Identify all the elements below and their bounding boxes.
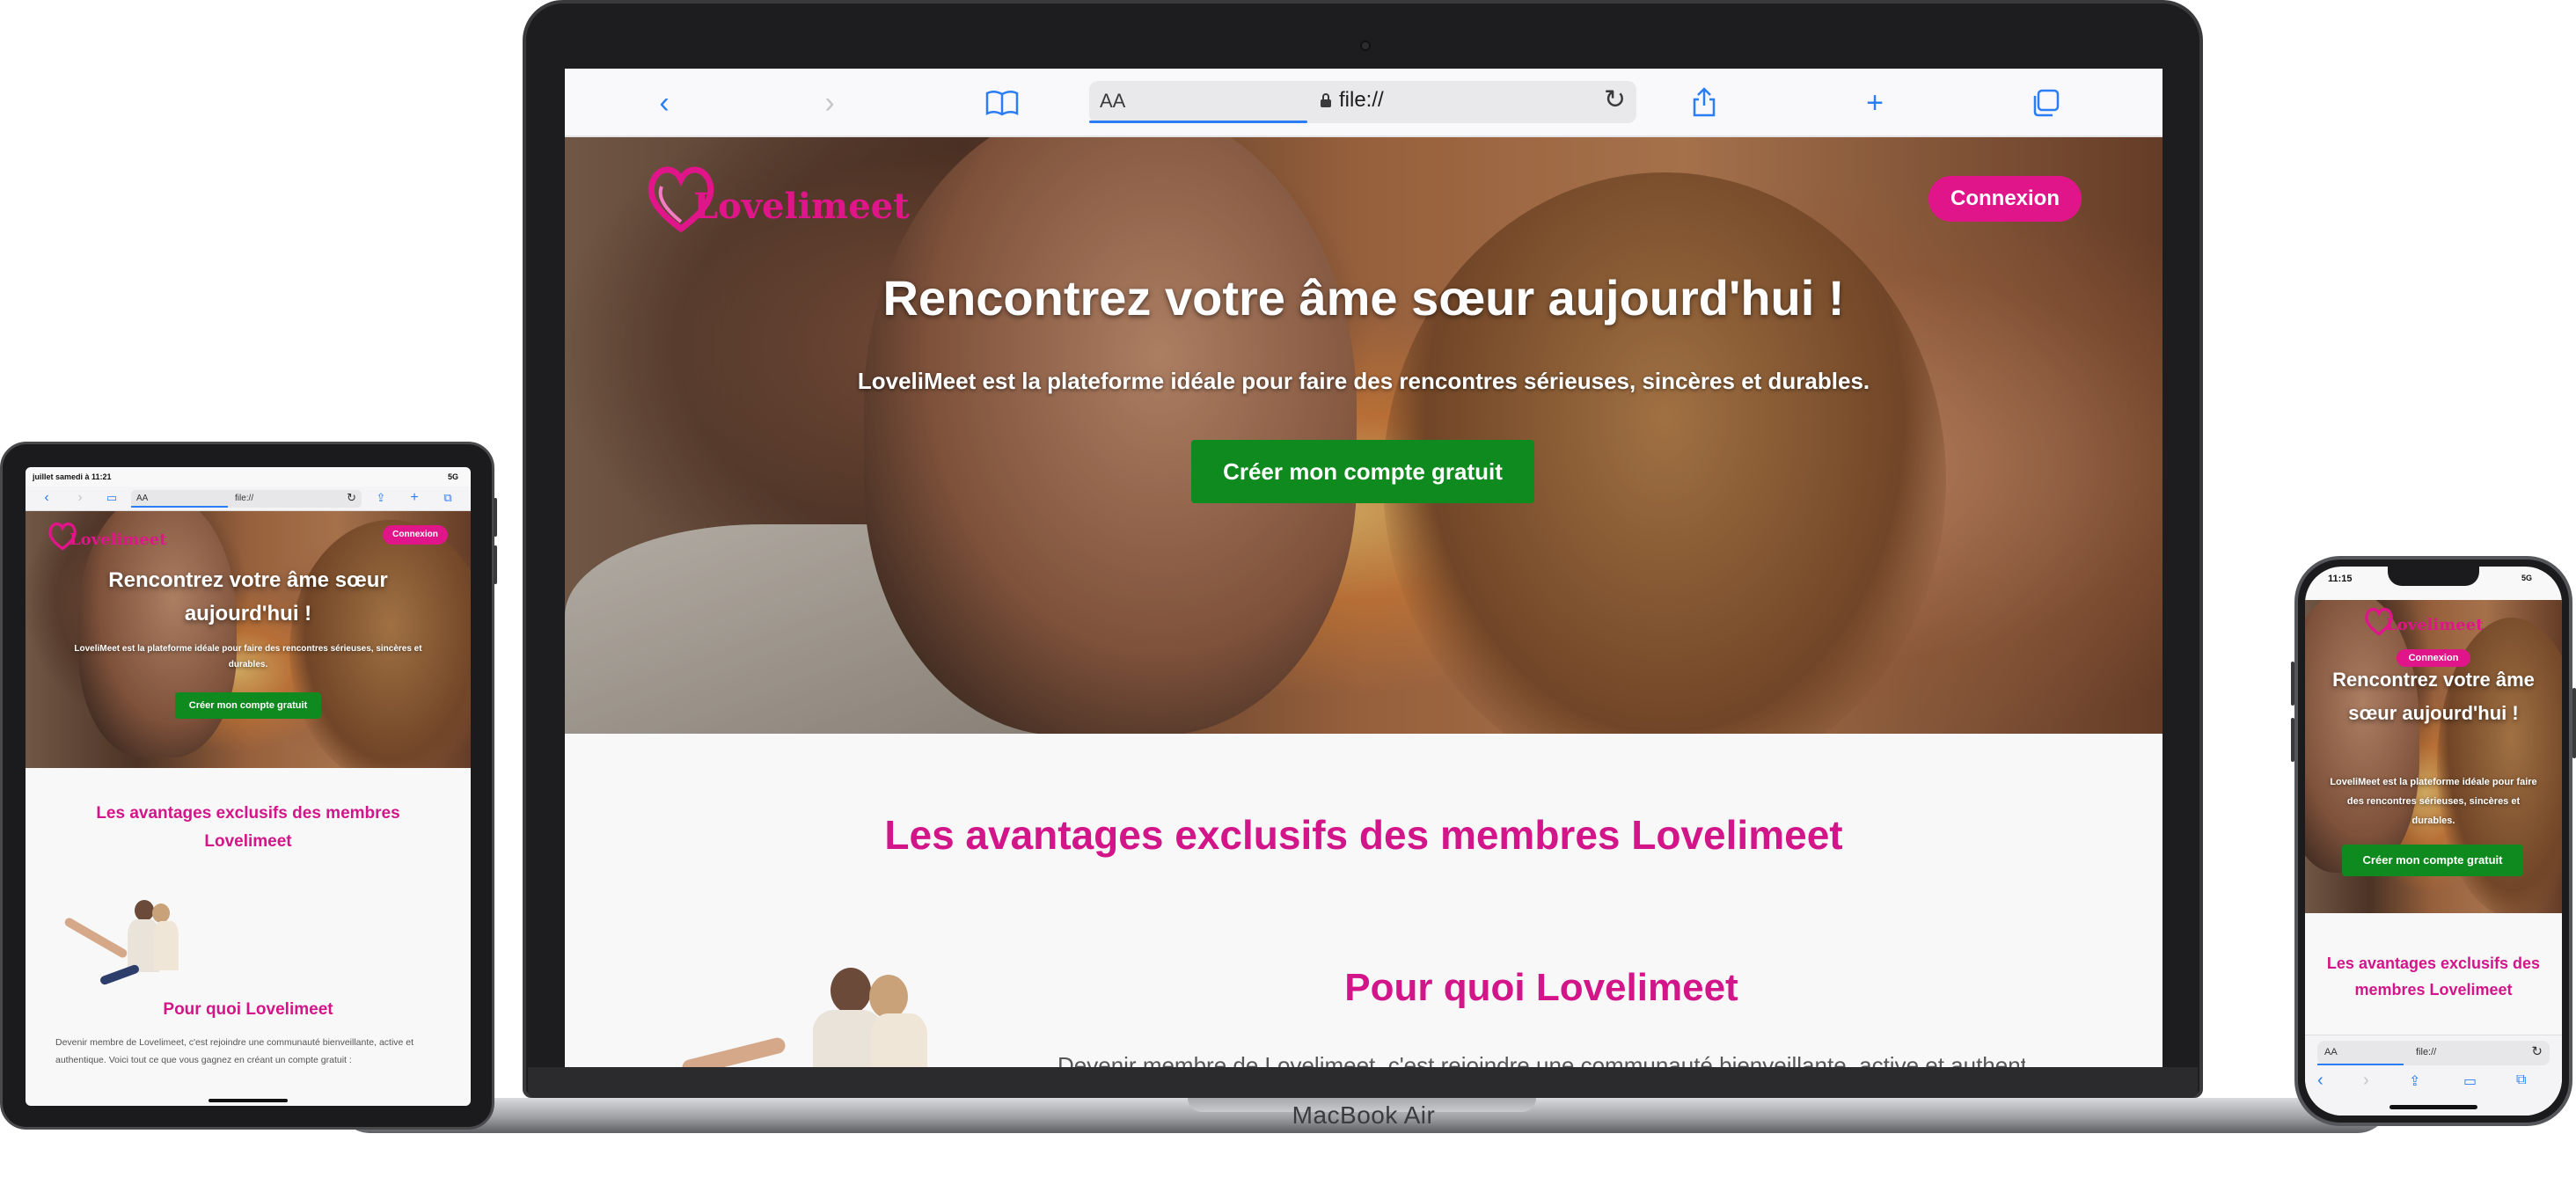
create-account-button[interactable]: Créer mon compte gratuit — [1191, 440, 1534, 503]
tabs-icon[interactable] — [2027, 84, 2064, 121]
login-button[interactable]: Connexion — [383, 525, 448, 545]
advantages-title: Les avantages exclusifs des membres Love… — [884, 812, 1843, 858]
share-icon[interactable]: ⇪ — [372, 488, 390, 508]
book-icon[interactable]: ▭ — [2463, 1072, 2477, 1090]
text-size-button[interactable]: AA — [2324, 1047, 2338, 1057]
phone-side-button — [2291, 662, 2294, 706]
advantages-title: Les avantages exclusifs des membres Love… — [2326, 955, 2541, 998]
hero-banner: Lovelimeet Connexion Rencontrez votre âm… — [26, 511, 471, 768]
load-progress — [131, 506, 228, 508]
laptop-screen: ‹ › AA file:// ↻ + Lovelimeet Connexion … — [565, 69, 2163, 1067]
status-signal: 5G — [2521, 574, 2532, 582]
create-account-button[interactable]: Créer mon compte gratuit — [175, 692, 321, 719]
chevron-left-icon[interactable]: ‹ — [646, 84, 683, 121]
chevron-left-icon[interactable]: ‹ — [38, 488, 55, 508]
hero-title: Rencontrez votre âme sœur aujourd'hui ! — [2332, 669, 2535, 724]
share-icon[interactable] — [1686, 84, 1723, 121]
chevron-right-icon[interactable]: › — [2363, 1071, 2369, 1091]
hero-banner: Lovelimeet Connexion Rencontrez votre âm… — [565, 137, 2163, 734]
load-progress — [1089, 121, 1307, 123]
hero-title: Rencontrez votre âme sœur aujourd'hui ! — [882, 270, 1845, 326]
laptop-model-label: MacBook Air — [1292, 1101, 1436, 1129]
site-logo[interactable]: Lovelimeet — [646, 160, 910, 236]
browser-toolbar: AA file:// ↻ ‹ › ⇪ ▭ ⧉ — [2305, 1035, 2562, 1116]
hero-banner: Lovelimeet Connexion Rencontrez votre âm… — [2305, 600, 2562, 913]
hero-title: Rencontrez votre âme sœur aujourd'hui ! — [108, 568, 388, 625]
status-time: juillet samedi à 11:21 — [33, 472, 112, 481]
url-text: file:// — [235, 494, 254, 503]
device-mockup-stage: MacBook Air ‹ › AA file:// ↻ + Lovelimee… — [0, 0, 2576, 1185]
address-bar[interactable]: AA file:// ↻ — [131, 490, 362, 508]
book-icon[interactable]: ▭ — [103, 488, 121, 508]
text-size-button[interactable]: AA — [136, 494, 148, 503]
address-bar[interactable]: AA file:// ↻ — [2317, 1041, 2550, 1065]
reload-icon[interactable]: ↻ — [2531, 1043, 2543, 1059]
create-account-button[interactable]: Créer mon compte gratuit — [2342, 845, 2523, 876]
load-progress — [2317, 1064, 2404, 1065]
book-icon[interactable] — [984, 84, 1021, 121]
why-text: Devenir membre de Lovelimeet, c'est rejo… — [55, 1037, 414, 1065]
chevron-right-icon[interactable]: › — [71, 488, 89, 508]
laptop-chin — [528, 1067, 2198, 1098]
browser-toolbar: ‹ › AA file:// ↻ + — [565, 69, 2163, 137]
site-logo[interactable]: Lovelimeet — [47, 520, 167, 552]
tabs-icon[interactable]: ⧉ — [439, 488, 457, 508]
why-text: Devenir membre de Lovelimeet, c'est rejo… — [1057, 1052, 2025, 1067]
phone-screen: 11:15 5G Lovelimeet Connexion Rencontrez… — [2305, 567, 2562, 1116]
hero-subtitle: LoveliMeet est la plateforme idéale pour… — [2330, 777, 2537, 826]
plus-icon[interactable]: + — [1856, 84, 1893, 121]
couple-image — [61, 900, 193, 997]
address-bar[interactable]: AA file:// ↻ — [1089, 81, 1636, 123]
lock-icon — [1321, 93, 1331, 107]
camera-icon — [1360, 40, 1371, 51]
phone-side-button — [2291, 718, 2294, 762]
tablet-side-button — [494, 545, 497, 584]
why-title: Pour quoi Lovelimeet — [1344, 966, 1738, 1009]
why-title: Pour quoi Lovelimeet — [163, 1000, 333, 1019]
plus-icon[interactable]: + — [406, 488, 423, 508]
tabs-icon[interactable]: ⧉ — [2516, 1072, 2526, 1088]
reload-icon[interactable]: ↻ — [347, 491, 356, 505]
status-bar: juillet samedi à 11:21 5G — [26, 467, 471, 486]
phone-side-button — [2572, 688, 2576, 758]
tablet-screen: juillet samedi à 11:21 5G ‹ › ▭ AA file:… — [26, 467, 471, 1106]
tablet-side-button — [494, 498, 497, 537]
share-icon[interactable]: ⇪ — [2409, 1072, 2420, 1090]
hero-subtitle: LoveliMeet est la plateforme idéale pour… — [74, 644, 422, 669]
login-button[interactable]: Connexion — [1928, 176, 2082, 222]
advantages-title: Les avantages exclusifs des membres Love… — [96, 804, 400, 851]
chevron-right-icon[interactable]: › — [811, 84, 848, 121]
chevron-left-icon[interactable]: ‹ — [2317, 1071, 2324, 1091]
url-text: file:// — [2416, 1047, 2437, 1057]
site-logo[interactable]: Lovelimeet — [2363, 605, 2484, 637]
reload-icon[interactable]: ↻ — [1604, 84, 1626, 115]
home-indicator — [2389, 1105, 2477, 1109]
text-size-button[interactable]: AA — [1100, 90, 1125, 113]
url-text: file:// — [1339, 88, 1384, 112]
browser-toolbar: ‹ › ▭ AA file:// ↻ ⇪ + ⧉ — [26, 486, 471, 511]
couple-image — [680, 968, 971, 1067]
home-indicator — [209, 1099, 288, 1102]
hero-subtitle: LoveliMeet est la plateforme idéale pour… — [857, 368, 1870, 394]
status-time: 11:15 — [2328, 574, 2353, 584]
phone-notch — [2388, 567, 2479, 586]
status-signal: 5G — [447, 472, 458, 481]
